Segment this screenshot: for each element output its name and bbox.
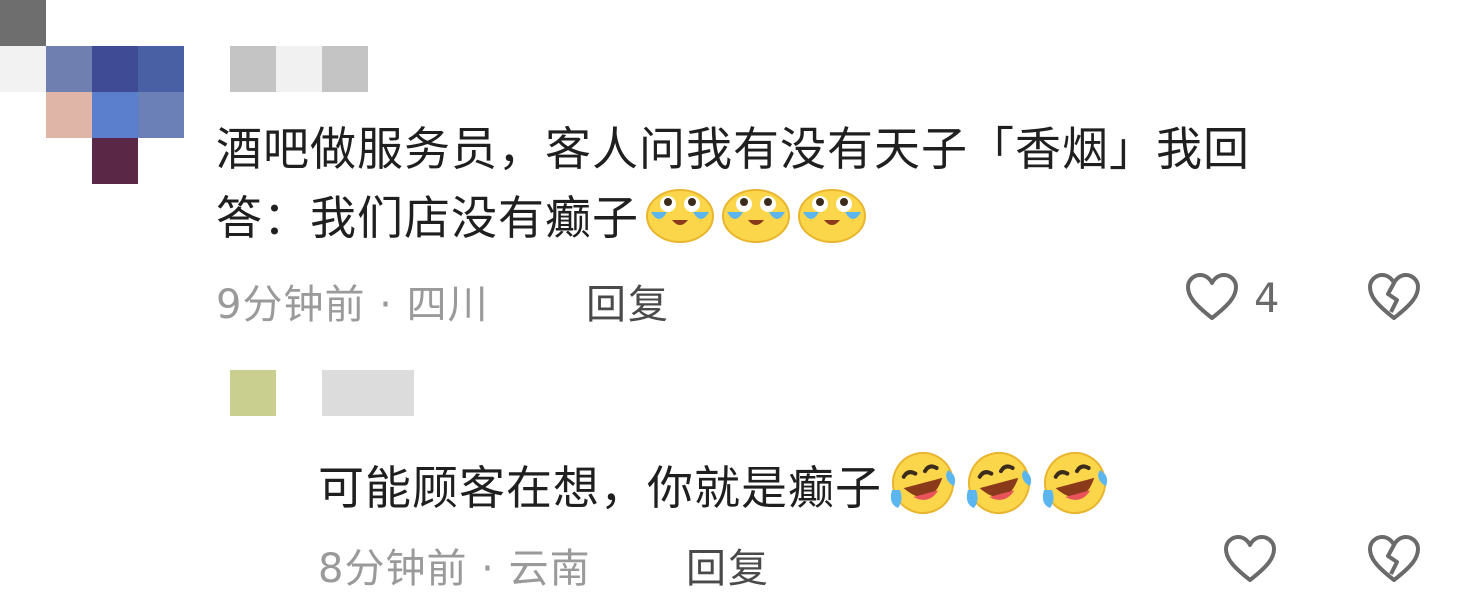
reply-dislike-button[interactable] bbox=[1366, 534, 1426, 586]
comment-text-line-2: 答：我们店没有癫子 bbox=[216, 182, 1416, 261]
comment-meta: 9分钟前 · 四川 bbox=[216, 272, 489, 330]
heart-icon bbox=[1224, 535, 1276, 582]
broken-heart-icon bbox=[1368, 535, 1420, 582]
reply-username[interactable] bbox=[322, 370, 414, 416]
meta-separator: · bbox=[379, 282, 393, 328]
reply-like-button[interactable] bbox=[1222, 534, 1282, 586]
laughing-tears-emoji-icon bbox=[1040, 450, 1110, 533]
heart-icon bbox=[1186, 273, 1238, 320]
reply-avatar[interactable] bbox=[230, 370, 276, 416]
reply-location: 云南 bbox=[508, 546, 591, 592]
comment-text-line-1: 酒吧做服务员，客人问我有没有天子「香烟」我回 bbox=[216, 122, 1250, 176]
reply-text-content: 可能顾客在想，你就是癫子 bbox=[318, 461, 882, 515]
comment-time: 9分钟前 bbox=[216, 282, 366, 328]
crying-emoji-icon bbox=[721, 182, 791, 261]
username[interactable] bbox=[230, 46, 370, 92]
reply-time: 8分钟前 bbox=[318, 546, 468, 592]
like-count: 4 bbox=[1254, 276, 1280, 322]
crying-emoji-icon bbox=[645, 182, 715, 261]
dislike-button[interactable] bbox=[1366, 272, 1426, 324]
comment-text-line-2-content: 答：我们店没有癫子 bbox=[216, 191, 639, 245]
laughing-tears-emoji-icon bbox=[964, 450, 1034, 533]
laughing-tears-emoji-icon bbox=[888, 450, 958, 533]
reply-text: 可能顾客在想，你就是癫子 bbox=[318, 450, 1318, 533]
reply-button[interactable]: 回复 bbox=[586, 272, 670, 330]
comment-location: 四川 bbox=[406, 282, 489, 328]
comment-text: 酒吧做服务员，客人问我有没有天子「香烟」我回 答：我们店没有癫子 bbox=[216, 116, 1416, 261]
crying-emoji-icon bbox=[797, 182, 867, 261]
like-button[interactable] bbox=[1184, 272, 1244, 324]
avatar[interactable] bbox=[0, 0, 185, 185]
broken-heart-icon bbox=[1368, 273, 1420, 320]
reply-reply-button[interactable]: 回复 bbox=[686, 536, 770, 594]
reply-meta: 8分钟前 · 云南 bbox=[318, 536, 591, 594]
meta-separator: · bbox=[481, 546, 495, 592]
